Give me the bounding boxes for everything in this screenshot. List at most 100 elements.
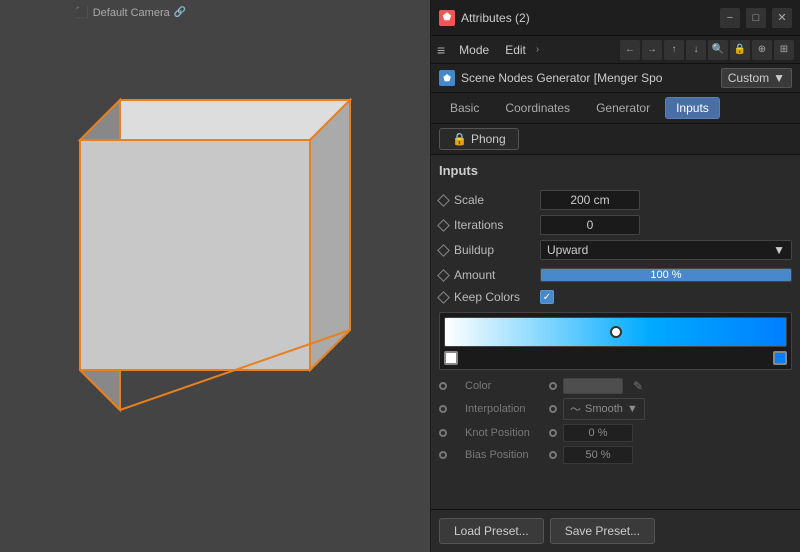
bias-position-input[interactable] (563, 446, 633, 464)
knot-indicator-icon (549, 429, 557, 437)
camera-label: ⬛ Default Camera 🔗 (75, 6, 186, 19)
bias-position-label: Bias Position (453, 449, 543, 461)
tabs-bar: Basic Coordinates Generator Inputs (431, 93, 800, 124)
nav-down-button[interactable]: ↓ (686, 40, 706, 60)
phong-button[interactable]: 🔒 Phong (439, 128, 519, 150)
search-button[interactable]: 🔍 (708, 40, 728, 60)
generator-name: Scene Nodes Generator [Menger Spo (461, 71, 715, 85)
bias-circle-icon (439, 451, 447, 459)
amount-diamond-icon (437, 269, 450, 282)
scale-input[interactable] (540, 190, 640, 210)
phong-label: Phong (471, 132, 506, 146)
keep-colors-row: Keep Colors ✓ (439, 290, 792, 304)
buildup-dropdown-arrow: ▼ (773, 243, 785, 257)
knot-position-row: Knot Position (439, 424, 792, 442)
menu-breadcrumb-arrow: › (536, 44, 539, 55)
panel-icon: ⬟ (439, 10, 455, 26)
gradient-stop-white[interactable] (444, 351, 458, 365)
interpolation-dropdown[interactable]: 〜 Smooth ▼ (563, 398, 645, 420)
interpolation-curve-icon: 〜 (570, 401, 581, 417)
bias-position-row: Bias Position (439, 446, 792, 464)
menubar: ≡ Mode Edit › ← → ↑ ↓ 🔍 🔒 ⊕ ⊞ (431, 36, 800, 64)
nav-up-button[interactable]: ↑ (664, 40, 684, 60)
content-area: Inputs Scale Iterations Buildup Upward ▼… (431, 155, 800, 509)
nav-forward-button[interactable]: → (642, 40, 662, 60)
interpolation-value: Smooth (585, 403, 623, 415)
mode-menu[interactable]: Mode (453, 41, 495, 59)
tab-coordinates[interactable]: Coordinates (494, 97, 581, 119)
scale-label: Scale (454, 193, 534, 207)
add-button[interactable]: ⊕ (752, 40, 772, 60)
edit-menu[interactable]: Edit (499, 41, 532, 59)
bias-indicator-icon (549, 451, 557, 459)
interpolation-circle-icon (439, 405, 447, 413)
color-row: Color ✎ (439, 378, 792, 394)
amount-row: Amount 100 % (439, 265, 792, 285)
amount-slider[interactable]: 100 % (540, 265, 792, 285)
minimize-button[interactable]: − (720, 8, 740, 28)
titlebar: ⬟ Attributes (2) − □ ✕ (431, 0, 800, 36)
keep-colors-label: Keep Colors (454, 290, 534, 304)
nav-back-button[interactable]: ← (620, 40, 640, 60)
preset-dropdown[interactable]: Custom ▼ (721, 68, 792, 88)
preset-value: Custom (728, 71, 769, 85)
knot-circle-icon (439, 429, 447, 437)
amount-label: Amount (454, 268, 534, 282)
amount-slider-bg: 100 % (540, 268, 792, 282)
generator-icon: ⬟ (439, 70, 455, 86)
knot-position-input[interactable] (563, 424, 633, 442)
amount-slider-fill (541, 269, 791, 281)
iterations-diamond-icon (437, 219, 450, 232)
interpolation-arrow: ▼ (627, 403, 638, 415)
maximize-button[interactable]: □ (746, 8, 766, 28)
save-preset-button[interactable]: Save Preset... (550, 518, 655, 544)
navigation-controls: ← → ↑ ↓ 🔍 🔒 ⊕ ⊞ (620, 40, 794, 60)
buildup-value: Upward (547, 243, 588, 257)
interpolation-label: Interpolation (453, 403, 543, 415)
attributes-panel: ⬟ Attributes (2) − □ ✕ ≡ Mode Edit › ← →… (430, 0, 800, 552)
tab-generator[interactable]: Generator (585, 97, 661, 119)
tab-inputs[interactable]: Inputs (665, 97, 720, 119)
buildup-row: Buildup Upward ▼ (439, 240, 792, 260)
phong-row: 🔒 Phong (431, 124, 800, 155)
lock-button[interactable]: 🔒 (730, 40, 750, 60)
viewport[interactable]: ⬛ Default Camera 🔗 (0, 0, 430, 552)
panel-title: Attributes (2) (461, 11, 720, 25)
buildup-diamond-icon (437, 244, 450, 257)
generator-row: ⬟ Scene Nodes Generator [Menger Spo Cust… (431, 64, 800, 93)
interpolation-indicator-icon (549, 405, 557, 413)
scale-diamond-icon (437, 194, 450, 207)
buildup-label: Buildup (454, 243, 534, 257)
camera-icon: ⬛ (75, 6, 89, 19)
gradient-stop-blue[interactable] (773, 351, 787, 365)
gradient-bar[interactable] (444, 317, 787, 347)
knot-position-label: Knot Position (453, 427, 543, 439)
footer: Load Preset... Save Preset... (431, 509, 800, 552)
keep-colors-diamond-icon (437, 291, 450, 304)
iterations-input[interactable] (540, 215, 640, 235)
color-label: Color (453, 380, 543, 392)
phong-lock-icon: 🔒 (452, 132, 467, 146)
color-swatch[interactable] (563, 378, 623, 394)
window-controls: − □ ✕ (720, 8, 792, 28)
load-preset-button[interactable]: Load Preset... (439, 518, 544, 544)
buildup-dropdown[interactable]: Upward ▼ (540, 240, 792, 260)
external-link-button[interactable]: ⊞ (774, 40, 794, 60)
tab-basic[interactable]: Basic (439, 97, 490, 119)
color-picker-button[interactable]: ✎ (629, 379, 647, 393)
camera-link-icon: 🔗 (174, 7, 186, 18)
hamburger-icon[interactable]: ≡ (437, 42, 445, 58)
dropdown-arrow-icon: ▼ (773, 71, 785, 85)
close-button[interactable]: ✕ (772, 8, 792, 28)
gradient-bar-container[interactable] (444, 317, 787, 347)
cube-3d (30, 60, 360, 440)
interpolation-row: Interpolation 〜 Smooth ▼ (439, 398, 792, 420)
keep-colors-checkbox[interactable]: ✓ (540, 290, 554, 304)
color-indicator-icon (549, 382, 557, 390)
gradient-handle[interactable] (610, 326, 622, 338)
color-circle-icon (439, 382, 447, 390)
iterations-row: Iterations (439, 215, 792, 235)
gradient-editor[interactable] (439, 312, 792, 370)
iterations-label: Iterations (454, 218, 534, 232)
inputs-section-title: Inputs (439, 163, 792, 182)
